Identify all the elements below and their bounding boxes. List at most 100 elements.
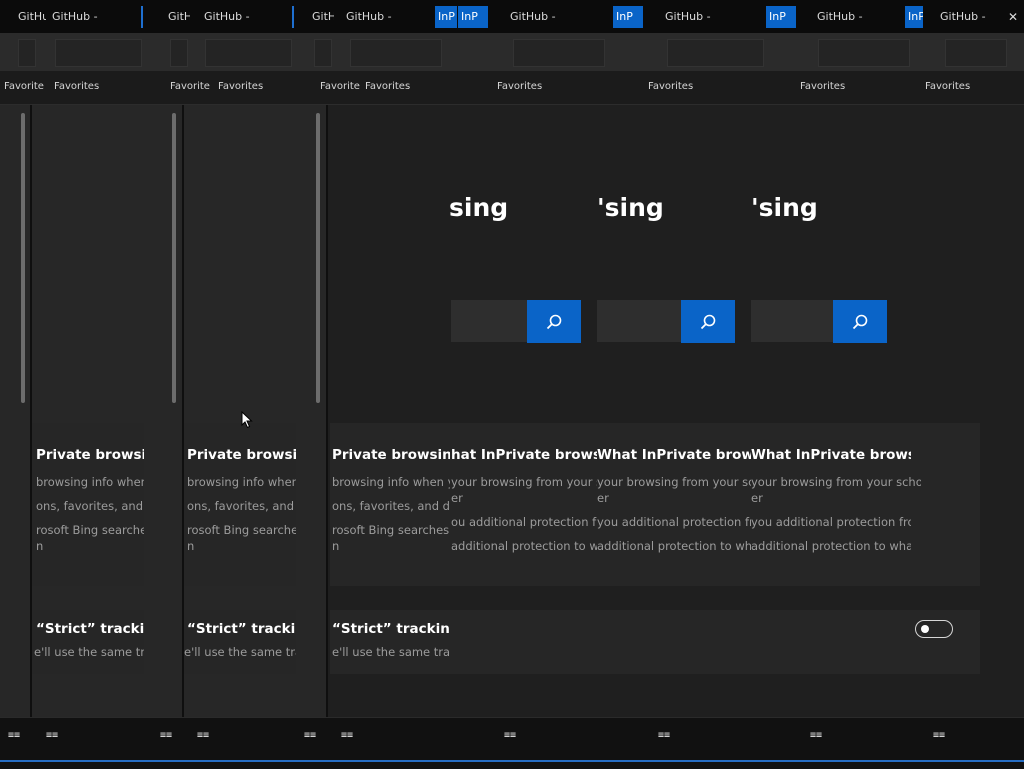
card-text: your browsing from your sch [451,475,597,489]
taskbar-app-icon[interactable]: ≡≡ [341,730,353,741]
tab-github[interactable]: GitHub [168,6,190,28]
tab-github[interactable]: GitHub - [204,6,270,28]
card-text: er [451,491,463,505]
card-text: rosoft Bing searches t [187,523,296,537]
card-text: additional protection to what [597,539,751,553]
favorites-bar: Favorites Favorites Favorites Favorites … [0,71,1024,105]
tab-github[interactable]: GitHub - [510,6,580,28]
search-button[interactable] [681,300,735,343]
page-title: sing [449,193,509,222]
address-bar[interactable] [55,39,142,67]
card-title: What InPrivate browsing d [751,447,911,463]
taskbar-app-icon[interactable]: ≡≡ [160,730,172,741]
address-bar[interactable] [945,39,1007,67]
card-title: hat InPrivate browsing [451,447,597,463]
tab-separator [292,6,294,28]
strict-tracking-card [330,610,980,674]
search-button[interactable] [527,300,581,343]
search-input[interactable] [597,300,681,342]
tab-separator [141,6,143,28]
page-panel: Private browsing browsing info when y on… [32,105,184,717]
tab-github[interactable]: GitHub - [346,6,412,28]
card-text: browsing info when yo [332,475,450,489]
tab-inprivate[interactable]: InP [766,6,796,28]
tab-inprivate[interactable]: InP [435,6,457,28]
back-icon[interactable] [170,39,188,67]
content-area: sing 'sing 'sing Private browsing d hat … [0,105,1024,717]
favorites-link[interactable]: Favorites [648,81,743,92]
card-text: e'll use the same tra [184,645,296,659]
address-bar[interactable] [513,39,605,67]
tab-github[interactable]: GitHub - [817,6,879,28]
card-text: n [187,539,195,553]
card-text: er [751,491,763,505]
card-text: n [332,539,340,553]
taskbar-app-icon[interactable]: ≡≡ [46,730,58,741]
tab-strip: GitHub GitHub - GitHub GitHub - GitHub G… [0,0,1024,33]
address-bar[interactable] [350,39,442,67]
scrollbar[interactable] [21,113,25,403]
card-text: e'll use the same tra [34,645,144,659]
tab-inprivate[interactable]: InP [458,6,488,28]
card-text: browsing info when y [36,475,144,489]
card-title: “Strict” tracking p [36,621,144,637]
strict-tracking-card [184,610,296,674]
taskbar-app-icon[interactable]: ≡≡ [810,730,822,741]
card-text: additional protection to what's [751,539,911,553]
tab-inprivate[interactable]: InP [905,6,923,28]
tab-github[interactable]: GitHub - [52,6,118,28]
taskbar-app-icon[interactable]: ≡≡ [933,730,945,741]
card-text: your browsing from your sch [597,475,751,489]
search-input[interactable] [751,300,833,342]
card-text: browsing info when y [187,475,296,489]
page-title: 'sing [751,193,818,222]
taskbar: ≡≡ ≡≡ ≡≡ ≡≡ ≡≡ ≡≡ ≡≡ ≡≡ ≡≡ ≡≡ [0,717,1024,769]
toggle-knob [921,625,929,633]
favorites-link[interactable]: Favorites [497,81,587,92]
scrollbar[interactable] [172,113,176,403]
favorites-link[interactable]: Favorites [4,81,44,92]
tab-github[interactable]: GitHub [312,6,334,28]
favorites-link[interactable]: Favorites [925,81,1005,92]
search-icon [546,314,562,329]
taskbar-app-icon[interactable]: ≡≡ [304,730,316,741]
card-title: Private browsing [36,447,144,463]
scrollbar[interactable] [316,113,320,403]
search-input[interactable] [451,300,527,342]
back-icon[interactable] [314,39,332,67]
strict-tracking-card [32,610,144,674]
card-text: n [36,539,44,553]
taskbar-app-icon[interactable]: ≡≡ [658,730,670,741]
tab-github[interactable]: GitHub - [940,6,1002,28]
back-icon[interactable] [18,39,36,67]
card-text: ons, favorites, and do [36,499,144,513]
address-bar[interactable] [205,39,292,67]
card-text: you additional protection fro [597,515,751,529]
favorites-link[interactable]: Favorites [54,81,114,92]
favorites-link[interactable]: Favorites [218,81,288,92]
card-text: rosoft Bing searches fro [332,523,450,537]
favorites-link[interactable]: Favorites [365,81,435,92]
card-text: ou additional protection fro [451,515,597,529]
tab-github[interactable]: GitHub - [665,6,735,28]
address-bar[interactable] [818,39,910,67]
taskbar-app-icon[interactable]: ≡≡ [197,730,209,741]
card-text: ons, favorites, and dow [332,499,450,513]
tab-inprivate[interactable]: InP [613,6,643,28]
card-title: What InPrivate browsing [597,447,751,463]
card-title: “Strict” tracking p [187,621,296,637]
favorites-link[interactable]: Favorites [320,81,360,92]
page-title: 'sing [597,193,664,222]
taskbar-app-icon[interactable]: ≡≡ [8,730,20,741]
favorites-link[interactable]: Favorites [800,81,890,92]
mouse-cursor-icon [241,411,253,429]
address-bar[interactable] [667,39,764,67]
search-button[interactable] [833,300,887,343]
close-icon[interactable]: ✕ [1008,6,1022,28]
strict-tracking-toggle[interactable] [915,620,953,638]
search-icon [700,314,716,329]
tab-github[interactable]: GitHub [18,6,46,28]
card-text: er [597,491,609,505]
favorites-link[interactable]: Favorites [170,81,210,92]
taskbar-app-icon[interactable]: ≡≡ [504,730,516,741]
